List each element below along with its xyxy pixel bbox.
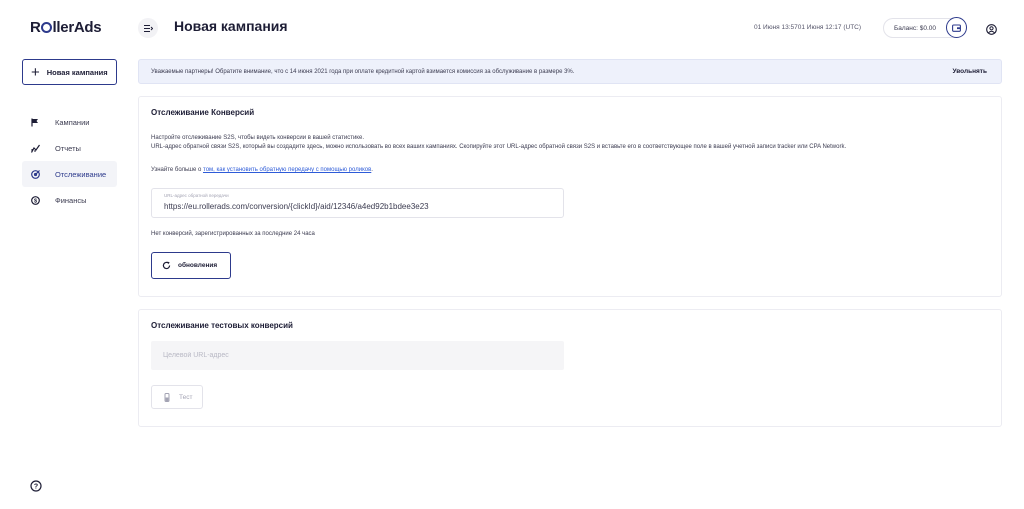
sidebar-item-campaigns[interactable]: Кампании	[22, 109, 117, 135]
conversion-tracking-card: Отслеживание Конверсий Настройте отслежи…	[138, 96, 1002, 297]
learn-more-prefix: Узнайте больше о	[151, 167, 204, 173]
sidebar-item-label: Отслеживание	[55, 169, 107, 179]
svg-text:$: $	[33, 198, 36, 204]
sidebar-item-label: Финансы	[55, 195, 87, 205]
svg-text:?: ?	[34, 483, 38, 490]
sidebar-nav: Кампании Отчеты Отслеживание $ Финансы	[22, 109, 117, 213]
logo[interactable]: RllerAds	[30, 19, 102, 36]
plus-icon: +	[31, 63, 40, 81]
sidebar-item-label: Отчеты	[55, 143, 81, 153]
help-icon[interactable]: ?	[30, 479, 42, 492]
balance-label: Баланс: $0.00	[894, 24, 937, 32]
new-campaign-button[interactable]: + Новая кампания	[22, 59, 117, 85]
tracking-icon	[30, 169, 40, 179]
description: Настройте отслеживание S2S, чтобы видеть…	[151, 134, 846, 151]
test-conversions-card: Отслеживание тестовых конверсий Тест	[138, 309, 1002, 427]
sidebar-item-reports[interactable]: Отчеты	[22, 135, 117, 161]
wallet-icon	[952, 23, 961, 32]
menu-collapse-icon	[143, 24, 153, 32]
test-tube-icon	[164, 392, 170, 402]
test-label: Тест	[179, 393, 193, 401]
chart-icon	[30, 143, 40, 153]
learn-more-suffix: .	[371, 167, 373, 173]
user-icon[interactable]	[986, 22, 997, 35]
refresh-icon	[162, 261, 171, 270]
test-button[interactable]: Тест	[151, 385, 203, 409]
dollar-icon: $	[30, 195, 40, 205]
description-line: URL-адрес обратной связи S2S, который вы…	[151, 143, 847, 150]
sidebar-item-finance[interactable]: $ Финансы	[22, 187, 117, 213]
menu-collapse-button[interactable]	[138, 18, 158, 38]
description-line: Настройте отслеживание S2S, чтобы видеть…	[151, 135, 364, 141]
learn-more-link[interactable]: том, как установить обратную передачу с …	[203, 167, 371, 173]
dismiss-button[interactable]: Увольнять	[952, 68, 987, 75]
refresh-button[interactable]: обновления	[151, 252, 231, 279]
wallet-button[interactable]	[946, 17, 967, 38]
sidebar-item-label: Кампании	[55, 117, 90, 127]
no-conversions-text: Нет конверсий, зарегистрированных за пос…	[151, 231, 315, 237]
flag-icon	[30, 117, 40, 127]
card-title: Отслеживание тестовых конверсий	[151, 321, 293, 330]
target-url-input[interactable]	[151, 341, 564, 370]
learn-more-text: Узнайте больше о том, как установить обр…	[151, 167, 373, 173]
sidebar: RllerAds + Новая кампания Кампании Отчет…	[0, 0, 130, 509]
postback-url-input[interactable]	[164, 202, 554, 211]
new-campaign-label: Новая кампания	[46, 67, 108, 77]
page-title: Новая кампания	[174, 18, 288, 34]
postback-url-field[interactable]: URL-адрес обратной передачи	[151, 188, 564, 218]
refresh-label: обновления	[178, 262, 218, 269]
sidebar-item-tracking[interactable]: Отслеживание	[22, 161, 117, 187]
card-title: Отслеживание Конверсий	[151, 108, 255, 117]
notice-banner: Уважаемые партнеры! Обратите внимание, ч…	[138, 59, 1002, 84]
notice-text: Уважаемые партнеры! Обратите внимание, ч…	[151, 68, 575, 75]
postback-url-label: URL-адрес обратной передачи	[164, 193, 229, 198]
header-time: 01 Июня 13:5701 Июня 12:17 (UTC)	[754, 24, 862, 31]
